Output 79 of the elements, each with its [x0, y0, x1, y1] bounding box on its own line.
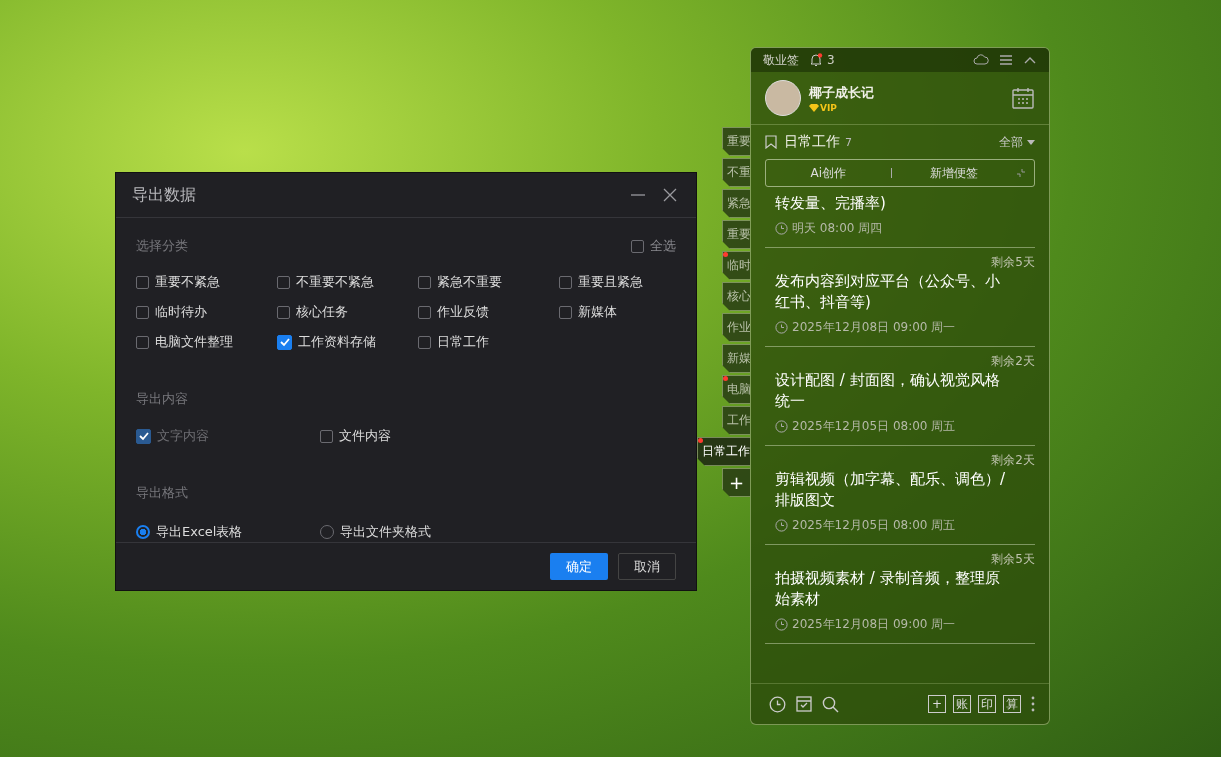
user-name: 椰子成长记	[809, 83, 874, 102]
category-checkbox[interactable]: 作业反馈	[418, 302, 559, 323]
bell-icon[interactable]	[809, 53, 823, 67]
category-tab[interactable]: 作业	[722, 313, 750, 342]
close-icon[interactable]	[662, 187, 678, 203]
more-icon[interactable]	[1031, 696, 1035, 712]
category-checkbox[interactable]: 不重要不紧急	[277, 272, 418, 293]
new-note-button[interactable]: 新增便签	[891, 163, 1016, 183]
category-checkbox[interactable]: 紧急不重要	[418, 272, 559, 293]
checkmark-icon	[278, 336, 291, 349]
checkmark-icon	[137, 430, 150, 443]
note-text[interactable]: 转发量、完播率)	[765, 193, 1035, 214]
avatar[interactable]	[765, 80, 801, 116]
vip-badge: VIP	[809, 102, 874, 113]
clock-icon[interactable]	[769, 695, 786, 713]
category-tab[interactable]: 电脑	[722, 375, 750, 404]
format-radio[interactable]: 导出文件夹格式	[320, 522, 520, 543]
note-time: 2025年12月08日 09:00 周一	[792, 616, 956, 633]
section-heading: 导出格式	[136, 484, 189, 503]
category-tab[interactable]: 工作	[722, 406, 750, 435]
note-time: 明天 08:00 周四	[792, 220, 883, 237]
category-checkbox[interactable]: 核心任务	[277, 302, 418, 323]
note-time: 2025年12月05日 08:00 周五	[792, 418, 956, 435]
toolbar-button[interactable]: +	[928, 695, 946, 713]
caret-icon	[1027, 139, 1035, 145]
remaining-days: 剩余2天	[991, 452, 1035, 469]
note-time: 2025年12月05日 08:00 周五	[792, 517, 956, 534]
remaining-days: 剩余5天	[991, 551, 1035, 568]
toolbar-button[interactable]: 算	[1003, 695, 1021, 713]
format-radio[interactable]: 导出Excel表格	[136, 522, 320, 543]
category-tab[interactable]: 紧急	[722, 189, 750, 218]
task-check-icon[interactable]	[796, 696, 812, 712]
notification-count: 3	[827, 53, 835, 67]
category-checkbox[interactable]: 电脑文件整理	[136, 332, 277, 353]
category-checkbox[interactable]: 新媒体	[559, 302, 700, 323]
list-count: 7	[845, 135, 852, 149]
category-tab[interactable]: 重要	[722, 127, 750, 156]
toolbar-button[interactable]: 印	[978, 695, 996, 713]
cancel-button[interactable]: 取消	[618, 553, 676, 580]
filter-dropdown[interactable]: 全部	[999, 133, 1035, 151]
category-tab[interactable]: 日常工作	[697, 437, 750, 466]
category-checkbox[interactable]: 重要且紧急	[559, 272, 700, 293]
category-checkbox[interactable]: 临时待办	[136, 302, 277, 323]
clock-icon	[775, 321, 788, 334]
category-tab[interactable]: 新媒	[722, 344, 750, 373]
note-text[interactable]: 拍摄视频素材 / 录制音频，整理原始素材	[765, 568, 1035, 610]
content-checkbox[interactable]: 文件内容	[320, 426, 520, 447]
clock-icon	[775, 222, 788, 235]
category-tab[interactable]: 重要	[722, 220, 750, 249]
bookmark-icon	[765, 135, 777, 149]
search-icon[interactable]	[822, 695, 839, 713]
cloud-icon[interactable]	[973, 53, 989, 67]
clock-icon	[775, 420, 788, 433]
category-tab[interactable]: 临时	[722, 251, 750, 280]
note-text[interactable]: 发布内容到对应平台（公众号、小红书、抖音等)	[765, 271, 1035, 313]
remaining-days: 剩余5天	[991, 254, 1035, 271]
category-checkbox[interactable]: 重要不紧急	[136, 272, 277, 293]
category-checkbox[interactable]: 工作资料存储	[277, 332, 418, 353]
note-text[interactable]: 剪辑视频（加字幕、配乐、调色）/ 排版图文	[765, 469, 1035, 511]
add-tab-button[interactable]: +	[722, 468, 750, 497]
app-name: 敬业签	[763, 51, 799, 69]
menu-icon[interactable]	[999, 54, 1013, 66]
section-heading: 导出内容	[136, 390, 189, 409]
confirm-button[interactable]: 确定	[550, 553, 608, 580]
clock-icon	[775, 519, 788, 532]
category-tab[interactable]: 不重	[722, 158, 750, 187]
list-title: 日常工作	[784, 133, 840, 151]
dialog-title: 导出数据	[132, 184, 197, 206]
note-time: 2025年12月08日 09:00 周一	[792, 319, 956, 336]
select-all-checkbox[interactable]: 全选	[631, 236, 676, 257]
toolbar-button[interactable]: 账	[953, 695, 971, 713]
remaining-days: 剩余2天	[991, 353, 1035, 370]
ai-create-button[interactable]: Ai创作	[766, 163, 891, 183]
clock-icon	[775, 618, 788, 631]
calendar-icon[interactable]	[1011, 86, 1035, 110]
section-heading: 选择分类	[136, 237, 188, 256]
note-text[interactable]: 设计配图 / 封面图，确认视觉风格统一	[765, 370, 1035, 412]
category-checkbox[interactable]: 日常工作	[418, 332, 559, 353]
collapse-icon[interactable]	[1023, 55, 1037, 65]
